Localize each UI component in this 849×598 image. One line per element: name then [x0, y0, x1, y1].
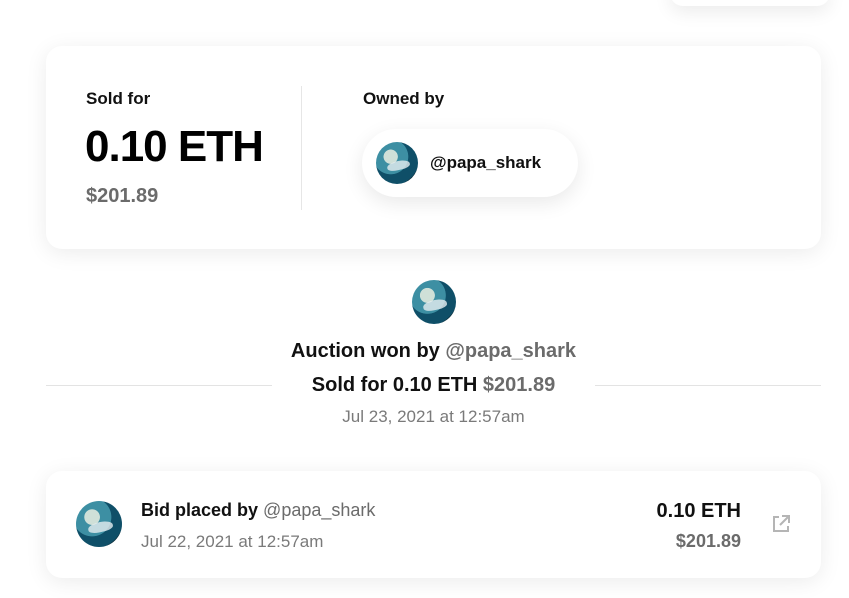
bid-amount-usd: $201.89	[675, 531, 741, 551]
bid-date: Jul 22, 2021 at 12:57am	[141, 532, 324, 551]
owned-by-label: Owned by	[363, 89, 445, 108]
winner-avatar[interactable]	[412, 280, 456, 324]
sold-price-eth: 0.10 ETH	[85, 122, 264, 171]
external-link-icon[interactable]	[770, 513, 792, 535]
previous-card-edge	[670, 0, 830, 6]
bid-placed-prefix: Bid placed by	[141, 500, 259, 520]
bid-amount-eth: 0.10 ETH	[656, 500, 741, 522]
vertical-divider	[301, 86, 302, 210]
sale-summary-card: Sold for 0.10 ETH $201.89 Owned by @papa…	[46, 46, 821, 249]
sold-for-label: Sold for	[86, 89, 151, 108]
bid-history-row: Bid placed by @papa_shark Jul 22, 2021 a…	[46, 471, 821, 578]
auction-sold-usd: $201.89	[482, 374, 556, 396]
auction-sold-text: Sold for 0.10 ETH $201.89	[46, 374, 821, 397]
sold-price-usd: $201.89	[86, 185, 159, 207]
bid-placed-text: Bid placed by @papa_shark	[141, 500, 375, 521]
auction-date: Jul 23, 2021 at 12:57am	[342, 407, 525, 426]
winner-handle-link[interactable]: @papa_shark	[445, 340, 576, 362]
auction-won-prefix: Auction won by	[290, 340, 440, 362]
owner-avatar	[376, 142, 418, 184]
owner-profile-link[interactable]: @papa_shark	[362, 129, 578, 197]
auction-won-text: Auction won by @papa_shark	[46, 340, 821, 363]
auction-won-event: Auction won by @papa_shark Sold for 0.10…	[46, 280, 821, 430]
bidder-handle-link[interactable]: @papa_shark	[263, 500, 375, 520]
bidder-avatar[interactable]	[76, 501, 122, 547]
auction-sold-prefix: Sold for 0.10 ETH	[311, 374, 478, 396]
owner-handle: @papa_shark	[430, 153, 542, 172]
